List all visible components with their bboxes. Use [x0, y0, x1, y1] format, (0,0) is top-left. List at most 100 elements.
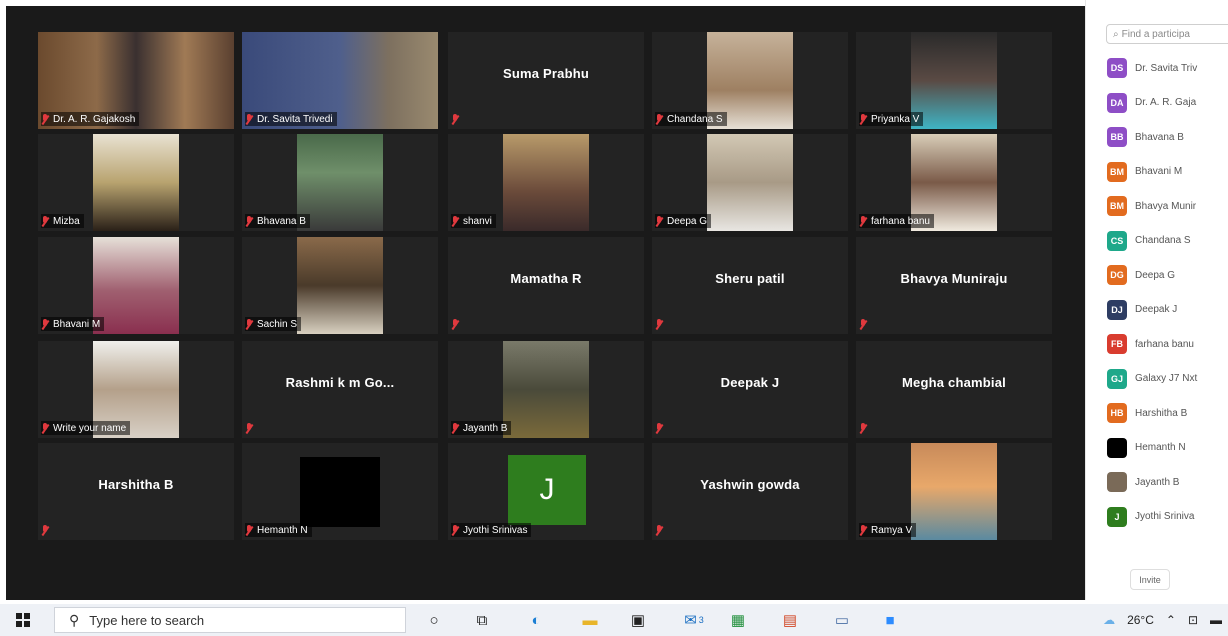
task-view-icon[interactable]: ⧉: [472, 610, 492, 630]
store-icon[interactable]: ▣: [628, 610, 648, 630]
participant-name: farhana banu: [871, 215, 930, 227]
participant-list-name: Hemanth N: [1135, 442, 1186, 453]
participant-video-tile[interactable]: Bhavani M: [38, 237, 234, 334]
participant-video-tile[interactable]: farhana banu: [856, 134, 1052, 231]
participant-name-tag: [859, 421, 872, 435]
battery-icon[interactable]: ▬: [1210, 613, 1222, 627]
participant-video-feed: [911, 443, 997, 540]
mail-icon[interactable]: ✉ 3: [678, 610, 710, 630]
participant-video-tile[interactable]: Dr. A. R. Gajakosh: [38, 32, 234, 129]
participant-video-tile[interactable]: Bhavana B: [242, 134, 438, 231]
find-participant-input[interactable]: ⌕ Find a participa: [1106, 24, 1228, 44]
mail-badge-count: 3: [698, 615, 704, 625]
participant-list-item[interactable]: Hemanth N: [1107, 437, 1228, 459]
invite-button[interactable]: Invite: [1130, 569, 1170, 590]
participant-video-tile[interactable]: Sheru patil: [652, 237, 848, 334]
participant-video-tile[interactable]: Mamatha R: [448, 237, 644, 334]
participant-video-tile[interactable]: Chandana S: [652, 32, 848, 129]
participant-video-tile[interactable]: Deepa G: [652, 134, 848, 231]
participant-avatar: BM: [1107, 161, 1127, 182]
participant-video-feed: [503, 341, 589, 438]
participant-list-name: Jyothi Sriniva: [1135, 511, 1195, 522]
mic-muted-icon: [41, 113, 50, 125]
cortana-icon[interactable]: ○: [424, 610, 444, 630]
participant-list-item[interactable]: BB Bhavana B: [1107, 126, 1228, 148]
participant-video-tile[interactable]: Jayanth B: [448, 341, 644, 438]
mic-muted-icon: [451, 422, 460, 434]
excel-icon[interactable]: ▦: [728, 610, 748, 630]
taskbar-search-box[interactable]: ⚲ Type here to search: [54, 607, 406, 633]
mic-muted-icon: [451, 215, 460, 227]
participant-center-name: Megha chambial: [902, 375, 1006, 390]
mic-muted-icon: [41, 524, 50, 536]
edge-browser-icon[interactable]: ◐: [526, 610, 546, 630]
participant-center-name: Harshitha B: [98, 477, 174, 492]
participant-video-tile[interactable]: Sachin S: [242, 237, 438, 334]
participant-video-tile[interactable]: Suma Prabhu: [448, 32, 644, 129]
participant-video-tile[interactable]: Megha chambial: [856, 341, 1052, 438]
participant-name-tag: Hemanth N: [245, 523, 312, 537]
zoom-app-icon[interactable]: ■: [880, 610, 900, 630]
participant-list-item[interactable]: J Jyothi Sriniva: [1107, 506, 1228, 528]
participant-video-tile[interactable]: Deepak J: [652, 341, 848, 438]
participant-video-tile[interactable]: Bhavya Muniraju: [856, 237, 1052, 334]
participant-video-tile[interactable]: Write your name: [38, 341, 234, 438]
participant-name-tag: Priyanka V: [859, 112, 924, 126]
participant-video-tile[interactable]: Ramya V: [856, 443, 1052, 540]
participant-video-feed: [93, 134, 179, 231]
display-settings-icon[interactable]: ▭: [832, 610, 852, 630]
participant-video-tile[interactable]: Hemanth N: [242, 443, 438, 540]
mic-muted-icon: [41, 318, 50, 330]
participant-name: Hemanth N: [257, 524, 308, 536]
participant-list-item[interactable]: BM Bhavya Munir: [1107, 195, 1228, 217]
network-icon[interactable]: ⊡: [1188, 613, 1198, 627]
participant-list-item[interactable]: DG Deepa G: [1107, 264, 1228, 286]
participant-list-item[interactable]: DJ Deepak J: [1107, 299, 1228, 321]
participant-center-name: Mamatha R: [510, 271, 582, 286]
file-explorer-icon[interactable]: ▬: [580, 610, 600, 630]
participant-list-name: Bhavana B: [1135, 131, 1184, 143]
participant-list-item[interactable]: DA Dr. A. R. Gaja: [1107, 92, 1228, 114]
mic-muted-icon: [859, 524, 868, 536]
participant-list-name: Bhavani M: [1135, 166, 1183, 177]
mic-muted-icon: [859, 422, 868, 434]
participant-list-item[interactable]: FB farhana banu: [1107, 333, 1228, 355]
participant-video-tile[interactable]: Yashwin gowda: [652, 443, 848, 540]
participant-video-tile[interactable]: Harshitha B: [38, 443, 234, 540]
participant-video-feed: [503, 134, 589, 231]
participant-name-tag: farhana banu: [859, 214, 934, 228]
participant-list-item[interactable]: GJ Galaxy J7 Nxt: [1107, 368, 1228, 390]
mic-muted-icon: [245, 524, 254, 536]
participant-list-item[interactable]: CS Chandana S: [1107, 230, 1228, 252]
participant-name: Mizba: [53, 215, 80, 227]
taskbar-search-placeholder: Type here to search: [89, 612, 205, 628]
participant-name: Jayanth B: [463, 422, 508, 434]
participant-video-tile[interactable]: Priyanka V: [856, 32, 1052, 129]
participant-video-tile[interactable]: J Jyothi Srinivas: [448, 443, 644, 540]
participant-video-tile[interactable]: shanvi: [448, 134, 644, 231]
participant-avatar: [1107, 472, 1127, 492]
mic-muted-icon: [655, 422, 664, 434]
participant-name: Bhavana B: [257, 215, 306, 227]
participant-video-tile[interactable]: Dr. Savita Trivedi: [242, 32, 438, 129]
participant-name-tag: [41, 523, 54, 537]
chevron-up-icon[interactable]: ⌃: [1166, 613, 1176, 627]
mic-muted-icon: [655, 113, 664, 125]
participant-list-item[interactable]: DS Dr. Savita Triv: [1107, 57, 1228, 79]
participant-avatar: HB: [1107, 403, 1127, 423]
participant-center-name: Deepak J: [720, 375, 780, 390]
system-tray: ☁ 26°C ⌃ ⊡ ▬: [1103, 610, 1222, 630]
weather-icon: ☁: [1103, 613, 1116, 627]
powerpoint-icon[interactable]: ▤: [780, 610, 800, 630]
weather-temperature[interactable]: 26°C: [1127, 613, 1154, 627]
participant-video-tile[interactable]: Rashmi k m Go...: [242, 341, 438, 438]
participant-video-tile[interactable]: Mizba: [38, 134, 234, 231]
participant-list-name: Jayanth B: [1135, 476, 1180, 488]
participant-list-item[interactable]: BM Bhavani M: [1107, 161, 1228, 183]
participant-list-name: Bhavya Munir: [1135, 200, 1197, 212]
participant-list-item[interactable]: Jayanth B: [1107, 471, 1228, 493]
mic-muted-icon: [655, 318, 664, 330]
windows-start-button[interactable]: [16, 613, 30, 627]
participant-list-item[interactable]: HB Harshitha B: [1107, 402, 1228, 424]
participant-name-tag: [655, 421, 668, 435]
